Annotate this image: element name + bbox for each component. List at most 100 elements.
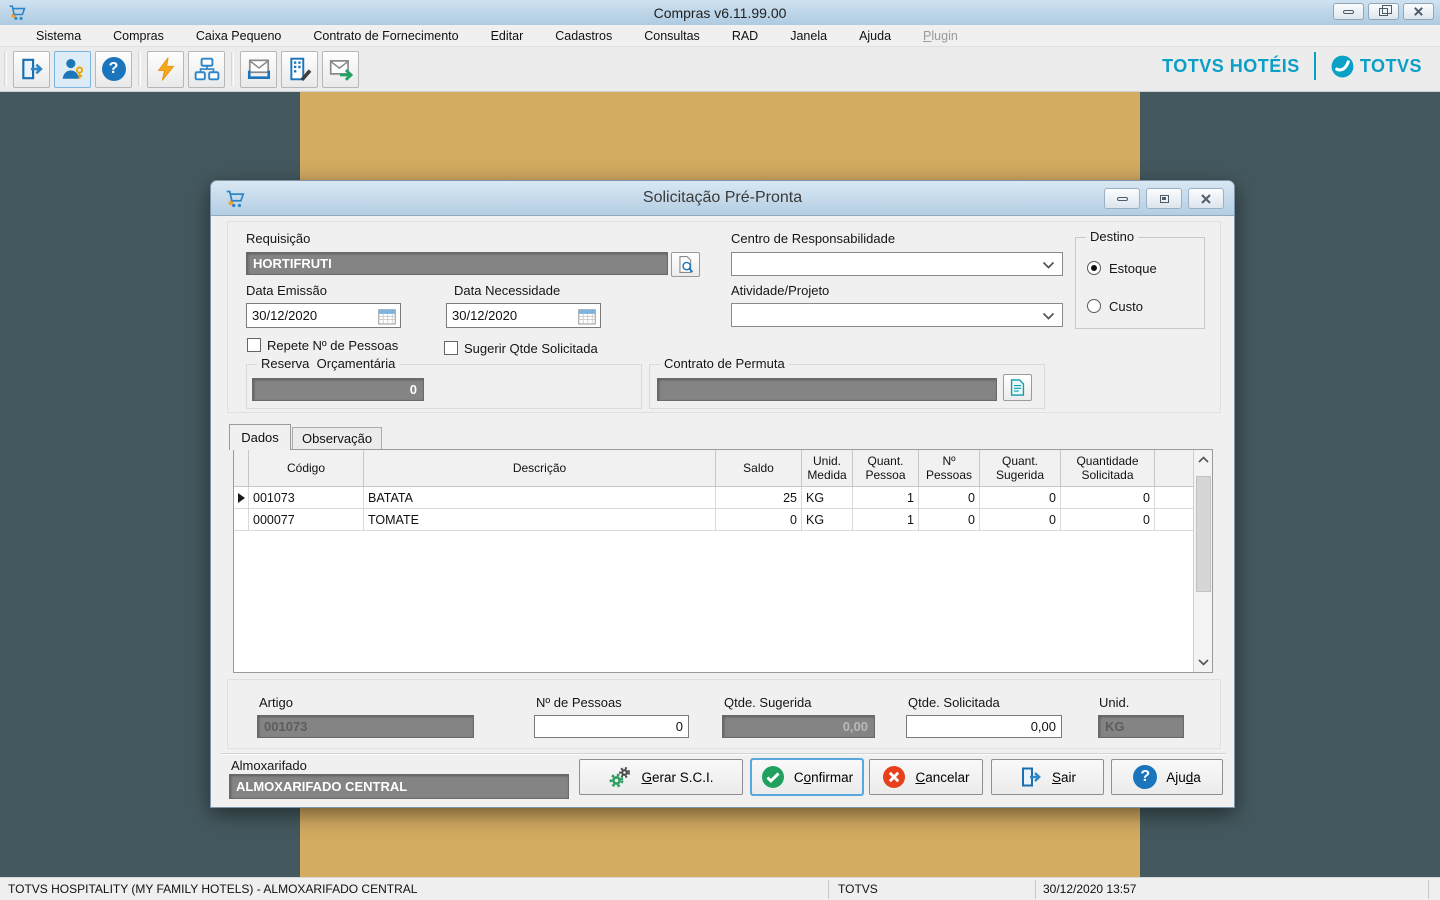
repete-pessoas-checkbox[interactable] xyxy=(247,338,261,352)
qtde-solicitada-label: Qtde. Solicitada xyxy=(908,695,1000,710)
dialog-title: Solicitação Pré-Pronta xyxy=(211,189,1234,207)
app-minimize-button[interactable] xyxy=(1333,3,1364,20)
cancelar-button[interactable]: Cancelar xyxy=(869,759,983,795)
statusbar-divider xyxy=(828,880,829,899)
exit-door-icon xyxy=(1019,765,1043,789)
check-circle-icon xyxy=(761,765,785,789)
x-circle-icon xyxy=(882,765,906,789)
toolbar-separator xyxy=(231,52,234,86)
permuta-lookup-button[interactable] xyxy=(1003,374,1032,401)
mail-receive-icon xyxy=(246,56,272,82)
scroll-down-icon[interactable] xyxy=(1195,654,1211,671)
close-icon xyxy=(1200,193,1212,205)
atividade-projeto-select[interactable] xyxy=(731,303,1063,327)
destino-estoque-radio[interactable] xyxy=(1087,261,1101,275)
menu-cadastros[interactable]: Cadastros xyxy=(539,25,628,47)
totvs-circle-icon xyxy=(1330,54,1355,79)
centro-responsabilidade-select[interactable] xyxy=(731,252,1063,276)
data-necessidade-label: Data Necessidade xyxy=(454,283,560,298)
statusbar-datetime: 30/12/2020 13:57 xyxy=(1043,882,1136,896)
application-window: Compras v6.11.99.00 Sistema Compras Caix… xyxy=(0,0,1440,900)
statusbar: TOTVS HOSPITALITY (MY FAMILY HOTELS) - A… xyxy=(0,877,1440,900)
sair-button[interactable]: Sair xyxy=(991,759,1104,795)
menu-janela[interactable]: Janela xyxy=(774,25,843,47)
destino-label: Destino xyxy=(1086,229,1138,244)
data-necessidade-field[interactable]: 30/12/2020 xyxy=(446,303,601,328)
sugerir-qtde-checkbox[interactable] xyxy=(444,341,458,355)
help-icon: ? xyxy=(102,57,126,81)
help-button[interactable]: ? xyxy=(95,51,132,88)
sugerir-qtde-label: Sugerir Qtde Solicitada xyxy=(464,341,598,356)
unid-label: Unid. xyxy=(1099,695,1129,710)
gears-icon xyxy=(608,765,632,789)
menubar: Sistema Compras Caixa Pequeno Contrato d… xyxy=(0,25,1440,47)
lightning-icon xyxy=(153,56,179,82)
almoxarifado-field: ALMOXARIFADO CENTRAL xyxy=(229,774,569,799)
mail-receive-button[interactable] xyxy=(240,51,277,88)
tab-observacao[interactable]: Observação xyxy=(292,427,382,450)
statusbar-user: TOTVS xyxy=(838,882,878,896)
dialog-close-button[interactable] xyxy=(1188,188,1224,209)
app-close-button[interactable] xyxy=(1403,3,1434,20)
gerar-sci-button[interactable]: Gerar S.C.I. xyxy=(579,759,743,795)
requisicao-search-button[interactable] xyxy=(671,252,700,277)
table-row[interactable]: 000077 TOMATE 0 KG 1 0 0 0 xyxy=(234,509,1212,531)
permuta-field xyxy=(657,378,997,401)
statusbar-divider xyxy=(1428,880,1429,899)
user-key-icon xyxy=(60,56,86,82)
confirmar-button[interactable]: Confirmar xyxy=(751,759,863,795)
help-circle-icon: ? xyxy=(1133,765,1157,789)
dialog-maximize-button[interactable] xyxy=(1146,188,1182,209)
org-chart-button[interactable] xyxy=(188,51,225,88)
dialog-titlebar[interactable]: Solicitação Pré-Pronta xyxy=(211,181,1234,216)
artigo-label: Artigo xyxy=(259,695,293,710)
ajuda-button[interactable]: ? Ajuda xyxy=(1111,759,1223,795)
destino-estoque-label: Estoque xyxy=(1109,261,1157,276)
destino-groupbox: Destino Estoque Custo xyxy=(1075,237,1205,329)
close-icon xyxy=(1413,6,1424,17)
table-row[interactable]: 001073 BATATA 25 KG 1 0 0 0 xyxy=(234,487,1212,509)
quick-action-button[interactable] xyxy=(147,51,184,88)
calendar-icon[interactable] xyxy=(378,308,396,328)
statusbar-context: TOTVS HOSPITALITY (MY FAMILY HOTELS) - A… xyxy=(8,882,417,896)
user-button[interactable] xyxy=(54,51,91,88)
destino-custo-radio[interactable] xyxy=(1087,299,1101,313)
brand-divider xyxy=(1314,52,1316,80)
scroll-up-icon[interactable] xyxy=(1195,451,1211,468)
app-title: Compras v6.11.99.00 xyxy=(0,5,1440,21)
contract-document-icon xyxy=(1008,378,1027,397)
repete-pessoas-label: Repete Nº de Pessoas xyxy=(267,338,398,353)
menu-contrato-fornecimento[interactable]: Contrato de Fornecimento xyxy=(297,25,474,47)
org-chart-icon xyxy=(194,56,220,82)
detail-panel xyxy=(227,679,1221,749)
requisicao-label: Requisição xyxy=(246,231,310,246)
menu-editar[interactable]: Editar xyxy=(475,25,540,47)
mail-send-button[interactable] xyxy=(322,51,359,88)
exit-button[interactable] xyxy=(13,51,50,88)
scrollbar-thumb[interactable] xyxy=(1196,476,1211,592)
menu-sistema[interactable]: Sistema xyxy=(20,25,97,47)
qtde-solicitada-field[interactable]: 0,00 xyxy=(906,715,1062,738)
data-emissao-field[interactable]: 30/12/2020 xyxy=(246,303,401,328)
qtde-sugerida-field: 0,00 xyxy=(722,715,875,738)
totvs-logo: TOTVS xyxy=(1330,54,1422,79)
toolbar-separator xyxy=(138,52,141,86)
menu-compras[interactable]: Compras xyxy=(97,25,180,47)
dialog-minimize-button[interactable] xyxy=(1104,188,1140,209)
table-scrollbar[interactable] xyxy=(1193,450,1212,672)
tab-dados[interactable]: Dados xyxy=(229,424,291,450)
menu-consultas[interactable]: Consultas xyxy=(628,25,716,47)
exit-door-icon xyxy=(19,56,45,82)
menu-caixa-pequeno[interactable]: Caixa Pequeno xyxy=(180,25,297,47)
n-pessoas-field[interactable]: 0 xyxy=(534,715,689,738)
menu-ajuda[interactable]: Ajuda xyxy=(843,25,907,47)
app-restore-button[interactable] xyxy=(1368,3,1399,20)
data-emissao-label: Data Emissão xyxy=(246,283,327,298)
centro-responsabilidade-label: Centro de Responsabilidade xyxy=(731,231,895,246)
menu-rad[interactable]: RAD xyxy=(716,25,774,47)
atividade-projeto-label: Atividade/Projeto xyxy=(731,283,829,298)
building-edit-button[interactable] xyxy=(281,51,318,88)
menu-plugin: Plugin xyxy=(907,25,974,47)
n-pessoas-label: Nº de Pessoas xyxy=(536,695,622,710)
calendar-icon[interactable] xyxy=(578,308,596,328)
